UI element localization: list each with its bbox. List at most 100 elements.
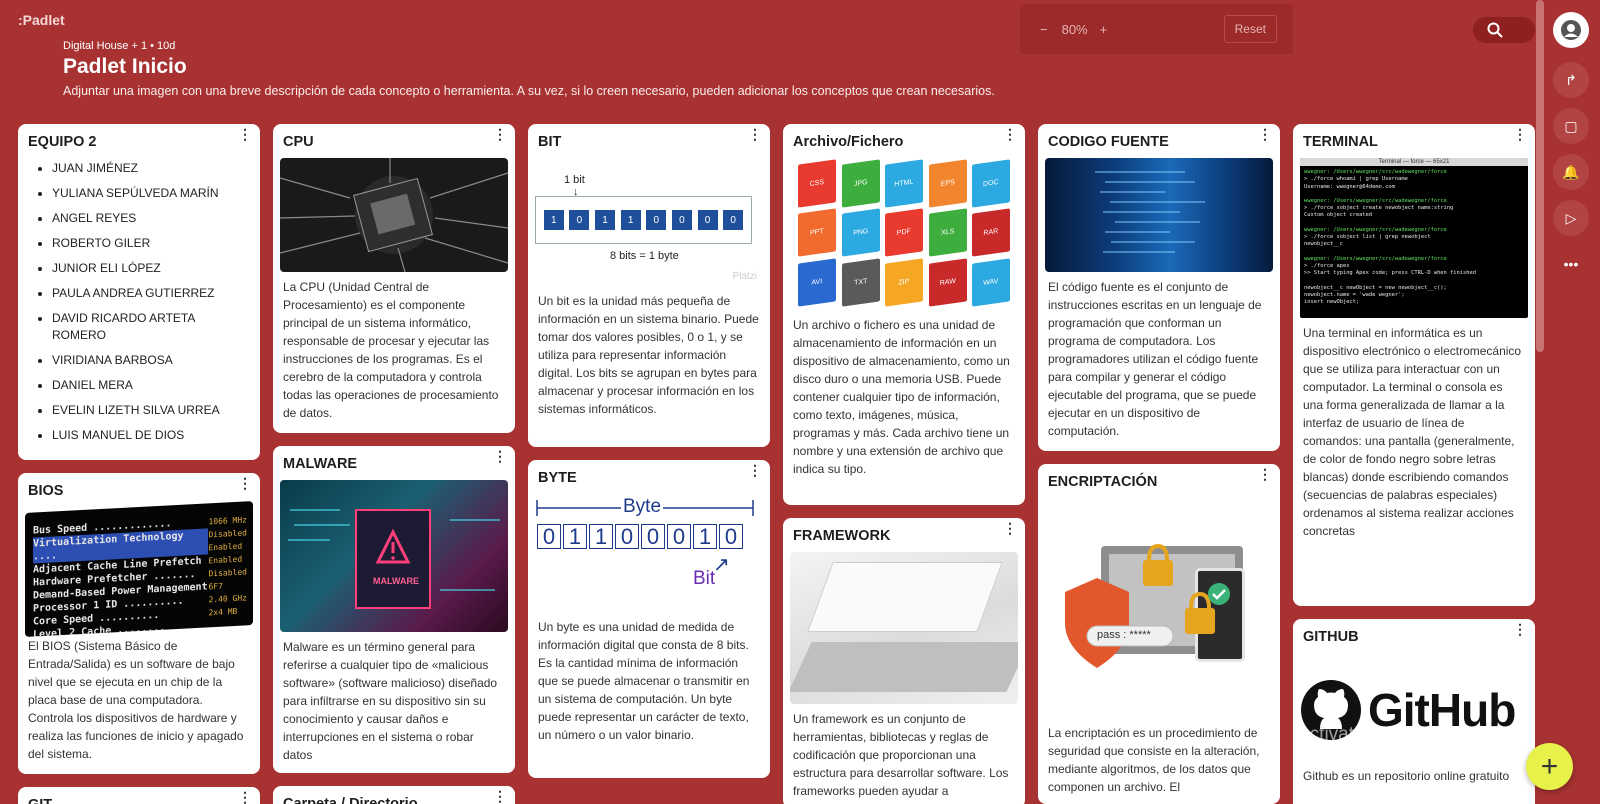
post-card[interactable]: BYTE ⋮ Byte 0 1 1 0 0 0 1 0 ↗ Bit Un byt… (528, 460, 770, 778)
post-image[interactable]: MALWARE (280, 480, 508, 632)
file-png-icon: PNG (841, 208, 880, 258)
list-item: EVELIN LIZETH SILVA URREA (52, 402, 250, 419)
list-item: PAULA ANDREA GUTIERREZ (52, 285, 250, 302)
terminal-line: wwegner: /Users/wwegner/src/wadewegner/f… (1304, 226, 1447, 233)
post-image[interactable] (1045, 158, 1273, 272)
post-menu-icon[interactable]: ⋮ (1003, 521, 1017, 535)
post-body: Una terminal en informática es un dispos… (1303, 326, 1522, 538)
post-card[interactable]: CODIGO FUENTE ⋮ El código fuente es el c… (1038, 124, 1280, 451)
post-image[interactable] (280, 158, 508, 272)
post-image[interactable]: Byte 0 1 1 0 0 0 1 0 ↗ Bit (535, 494, 763, 612)
post-image[interactable] (790, 552, 1018, 704)
column-1: EQUIPO 2 ⋮ JUAN JIMÉNEZ YULIANA SEPÚLVED… (18, 124, 260, 804)
user-icon (1561, 20, 1581, 40)
post-menu-icon[interactable]: ⋮ (238, 476, 252, 490)
post-image[interactable]: 1 bit ↓ 1 0 1 1 0 0 0 0 8 bits = 1 byte … (535, 158, 763, 286)
bit-cell: 0 (697, 210, 718, 230)
file-ppt-icon: PPT (798, 208, 836, 258)
play-icon: ▷ (1565, 209, 1577, 226)
post-title: Carpeta / Directorio (283, 796, 418, 804)
post-card[interactable]: BIT ⋮ 1 bit ↓ 1 0 1 1 0 0 0 0 8 bits = 1… (528, 124, 770, 447)
column-5: CODIGO FUENTE ⋮ El código fuente es el c… (1038, 124, 1280, 804)
terminal-line: Username: wwegner@64demo.com (1304, 183, 1395, 190)
post-card[interactable]: TERMINAL ⋮ Terminal — force — 65x21 wweg… (1293, 124, 1535, 606)
file-xls-icon: XLS (928, 208, 967, 258)
zoom-in-button[interactable]: + (1100, 22, 1108, 37)
post-image[interactable]: CSS JPG HTML EPS DOC PPT PNG PDF XLS RAR… (790, 158, 1018, 308)
post-menu-icon[interactable]: ⋮ (1513, 127, 1527, 141)
post-card[interactable]: Archivo/Fichero ⋮ CSS JPG HTML EPS DOC P… (783, 124, 1025, 505)
post-menu-icon[interactable]: ⋮ (1258, 467, 1272, 481)
zoom-reset-button[interactable]: Reset (1223, 15, 1277, 43)
post-card[interactable]: Carpeta / Directorio ⋮ (273, 786, 515, 804)
post-body: La encriptación es un procedimiento de s… (1048, 726, 1260, 794)
post-card[interactable]: BIOS ⋮ Bus Speed ............. Virtualiz… (18, 473, 260, 774)
file-html-icon: HTML (885, 159, 923, 208)
column-6: TERMINAL ⋮ Terminal — force — 65x21 wweg… (1293, 124, 1535, 804)
post-body: Un byte es una unidad de medida de infor… (538, 620, 750, 742)
file-txt-icon: TXT (841, 258, 880, 307)
post-menu-icon[interactable]: ⋮ (493, 789, 507, 803)
post-menu-icon[interactable]: ⋮ (748, 127, 762, 141)
bit-cell: 0 (671, 210, 692, 230)
bios-value: 2x4 MB (208, 606, 238, 618)
terminal-titlebar: Terminal — force — 65x21 (1300, 158, 1528, 166)
padlet-logo[interactable]: :Padlet (18, 12, 65, 28)
post-card[interactable]: ENCRIPTACIÓN ⋮ pass : ***** La encriptac… (1038, 464, 1280, 804)
post-card[interactable]: GIT ⋮ (18, 787, 260, 804)
search-button[interactable] (1473, 17, 1535, 43)
add-post-button[interactable]: + (1526, 743, 1573, 790)
bios-value: Disabled (208, 567, 247, 579)
post-image[interactable]: Bus Speed ............. Virtualization T… (25, 501, 253, 637)
post-title: GIT (18, 787, 260, 804)
plus-icon: + (1540, 749, 1559, 783)
post-menu-icon[interactable]: ⋮ (748, 463, 762, 477)
terminal-line: wwegner: /Users/wwegner/src/wadewegner/f… (1304, 255, 1447, 262)
slideshow-button[interactable]: ▢ (1553, 108, 1589, 144)
byte-cell: 0 (667, 524, 691, 549)
list-item: JUNIOR ELI LÓPEZ (52, 260, 250, 277)
post-body: La CPU (Unidad Central de Procesamiento)… (283, 280, 499, 420)
malware-label: MALWARE (373, 576, 419, 586)
post-menu-icon[interactable]: ⋮ (1258, 127, 1272, 141)
list-item: DANIEL MERA (52, 377, 250, 394)
post-body: Malware es un término general para refer… (283, 640, 498, 762)
post-card[interactable]: FRAMEWORK ⋮ Un framework es un conjunto … (783, 518, 1025, 804)
post-menu-icon[interactable]: ⋮ (1513, 622, 1527, 636)
post-title: BIOS (28, 483, 64, 499)
notifications-button[interactable]: 🔔 (1553, 154, 1589, 190)
post-menu-icon[interactable]: ⋮ (238, 790, 252, 804)
play-button[interactable]: ▷ (1553, 200, 1589, 236)
post-card[interactable]: MALWARE ⋮ MALWARE Malware es un término … (273, 446, 515, 773)
byte-cell: 0 (641, 524, 665, 549)
bit-cell: 0 (569, 210, 590, 230)
terminal-line: wwegner: /Users/wwegner/src/wadewegner/f… (1304, 169, 1447, 175)
list-item: YULIANA SEPÚLVEDA MARÍN (52, 185, 250, 202)
vertical-scrollbar[interactable] (1536, 0, 1544, 352)
avatar[interactable] (1553, 12, 1589, 48)
bell-icon: 🔔 (1562, 163, 1580, 180)
post-body: El BIOS (Sistema Básico de Entrada/Salid… (28, 639, 244, 761)
post-menu-icon[interactable]: ⋮ (493, 449, 507, 463)
post-card[interactable]: GITHUB ⋮ GitHub Github es un repositorio… (1293, 619, 1535, 804)
terminal-title: Terminal — force — 65x21 (1378, 159, 1450, 165)
more-button[interactable]: ••• (1553, 246, 1589, 282)
arrow-up-icon: ↗ (713, 554, 730, 576)
post-menu-icon[interactable]: ⋮ (238, 127, 252, 141)
post-menu-icon[interactable]: ⋮ (493, 127, 507, 141)
zoom-out-button[interactable]: − (1040, 22, 1048, 37)
member-list: JUAN JIMÉNEZ YULIANA SEPÚLVEDA MARÍN ANG… (18, 156, 260, 460)
bit-cell: 0 (723, 210, 744, 230)
post-image[interactable]: Terminal — force — 65x21 wwegner: /Users… (1300, 158, 1528, 318)
file-doc-icon: DOC (972, 159, 1010, 208)
post-menu-icon[interactable]: ⋮ (1003, 127, 1017, 141)
post-card[interactable]: CPU ⋮ La CPU (Unidad Central de Procesam… (273, 124, 515, 433)
terminal-line: > ./force sobject list | grep newobject (1304, 234, 1431, 241)
post-image[interactable]: pass : ***** (1045, 498, 1273, 718)
share-button[interactable]: ↱ (1553, 62, 1589, 98)
bit-cell: 1 (595, 210, 616, 230)
bit-row: 1 0 1 1 0 0 0 0 (535, 196, 752, 244)
file-css-icon: CSS (798, 159, 836, 208)
post-card[interactable]: EQUIPO 2 ⋮ JUAN JIMÉNEZ YULIANA SEPÚLVED… (18, 124, 260, 460)
